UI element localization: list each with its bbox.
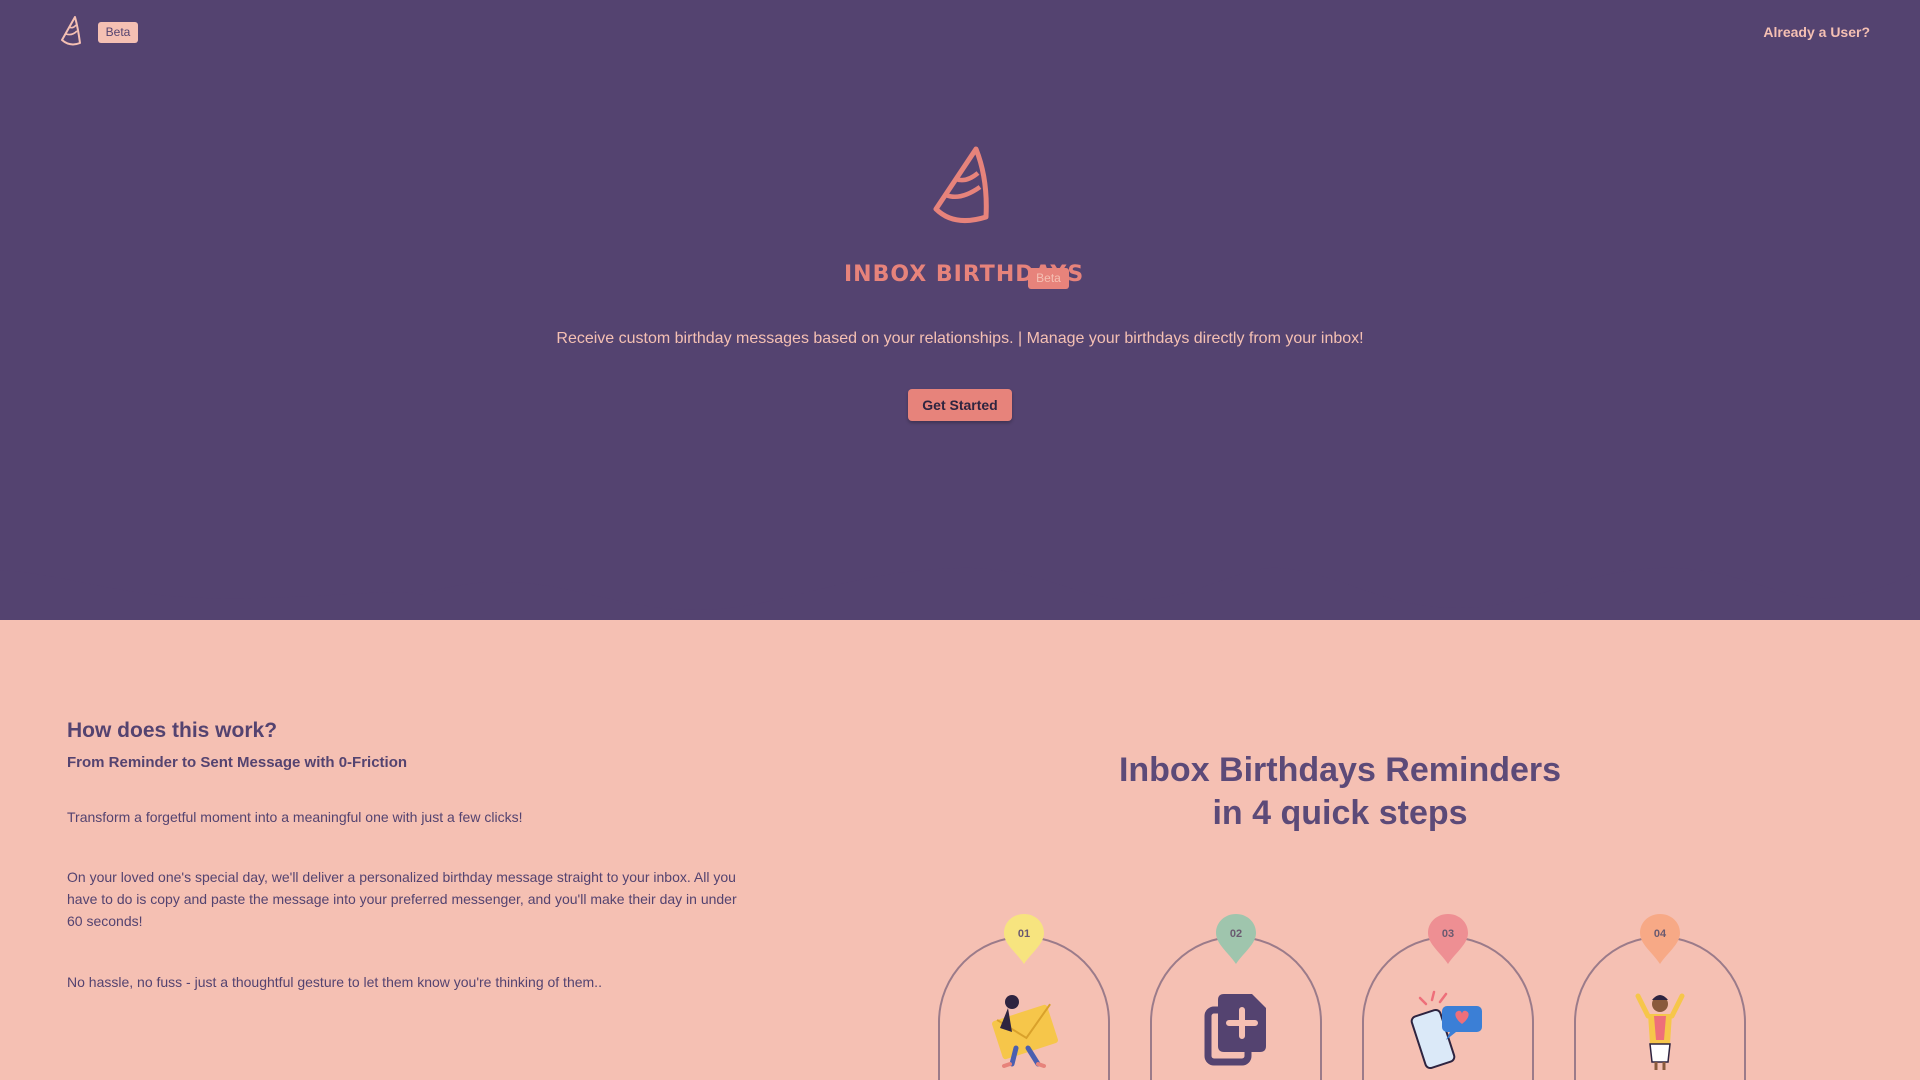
step-number: 04 bbox=[1653, 928, 1667, 940]
get-started-button[interactable]: Get Started bbox=[908, 389, 1012, 421]
wave-divider bbox=[0, 540, 1920, 610]
phone-heart-message-icon bbox=[1410, 990, 1482, 1070]
steps-title: Inbox Birthdays Reminders in 4 quick ste… bbox=[940, 749, 1740, 835]
step-number: 01 bbox=[1017, 928, 1031, 940]
top-navbar: Beta Already a User? bbox=[0, 0, 1920, 66]
person-with-envelope-icon bbox=[992, 995, 1058, 1068]
how-paragraph: No hassle, no fuss - just a thoughtful g… bbox=[67, 974, 602, 990]
how-it-works-title: How does this work? bbox=[67, 719, 278, 742]
party-hat-icon[interactable] bbox=[58, 14, 84, 48]
celebrating-person-icon bbox=[1635, 993, 1685, 1070]
beta-badge: Beta bbox=[98, 22, 138, 43]
steps-title-line: in 4 quick steps bbox=[1212, 794, 1468, 832]
steps-title-line: Inbox Birthdays Reminders bbox=[1118, 751, 1562, 789]
already-user-link[interactable]: Already a User? bbox=[1763, 24, 1870, 40]
step-number: 02 bbox=[1229, 928, 1243, 940]
how-it-works-subtitle: From Reminder to Sent Message with 0-Fri… bbox=[67, 754, 408, 771]
copy-add-icon bbox=[1204, 994, 1266, 1066]
how-paragraph: On your loved one's special day, we'll d… bbox=[67, 869, 737, 929]
hero-tagline: Receive custom birthday messages based o… bbox=[556, 330, 1364, 347]
beta-badge: Beta bbox=[1028, 268, 1069, 289]
how-paragraph: Transform a forgetful moment into a mean… bbox=[67, 809, 523, 825]
hero-section bbox=[0, 0, 1920, 620]
step-number: 03 bbox=[1441, 928, 1455, 940]
party-hat-icon bbox=[933, 146, 989, 224]
